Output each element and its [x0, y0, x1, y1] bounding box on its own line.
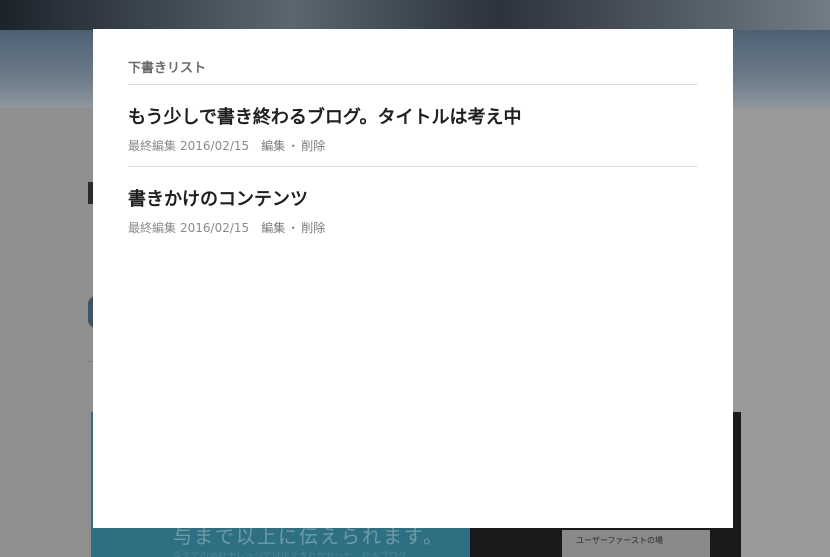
- background-feature-subtext: 今までの会社ナレッジでは伝えきれなかった、社内ブログ: [173, 552, 407, 557]
- draft-item: もう少しで書き終わるブログ。タイトルは考え中 最終編集 2016/02/15 編集・…: [128, 103, 698, 154]
- delete-link[interactable]: 削除: [301, 139, 325, 153]
- draft-title-link[interactable]: もう少しで書き終わるブログ。タイトルは考え中: [128, 103, 698, 129]
- page: 与まで以上に伝えられます。 今までの会社ナレッジでは伝えきれなかった、社内ブログ…: [0, 0, 830, 557]
- background-feature-card: ユーザーファーストの場: [562, 530, 710, 557]
- delete-link[interactable]: 削除: [301, 221, 325, 235]
- modal-title: 下書きリスト: [128, 61, 207, 76]
- edit-link[interactable]: 編集: [261, 139, 285, 153]
- last-edited-label: 最終編集: [128, 139, 177, 153]
- background-hero-band: [0, 0, 830, 30]
- draft-divider: [128, 166, 698, 167]
- draft-item: 書きかけのコンテンツ 最終編集 2016/02/15 編集・削除: [128, 185, 698, 236]
- last-edited-label: 最終編集: [128, 221, 177, 235]
- draft-title-link[interactable]: 書きかけのコンテンツ: [128, 185, 698, 211]
- draft-meta: 最終編集 2016/02/15 編集・削除: [128, 219, 698, 236]
- action-separator: ・: [287, 139, 300, 153]
- background-right-strip: [733, 108, 830, 557]
- last-edited-date: 2016/02/15: [180, 139, 250, 153]
- drafts-modal: 下書きリスト もう少しで書き終わるブログ。タイトルは考え中 最終編集 2016/0…: [93, 29, 733, 528]
- last-edited-date: 2016/02/15: [180, 221, 250, 235]
- action-separator: ・: [287, 221, 300, 235]
- modal-title-divider: [128, 84, 698, 85]
- draft-meta: 最終編集 2016/02/15 編集・削除: [128, 137, 698, 154]
- edit-link[interactable]: 編集: [261, 221, 285, 235]
